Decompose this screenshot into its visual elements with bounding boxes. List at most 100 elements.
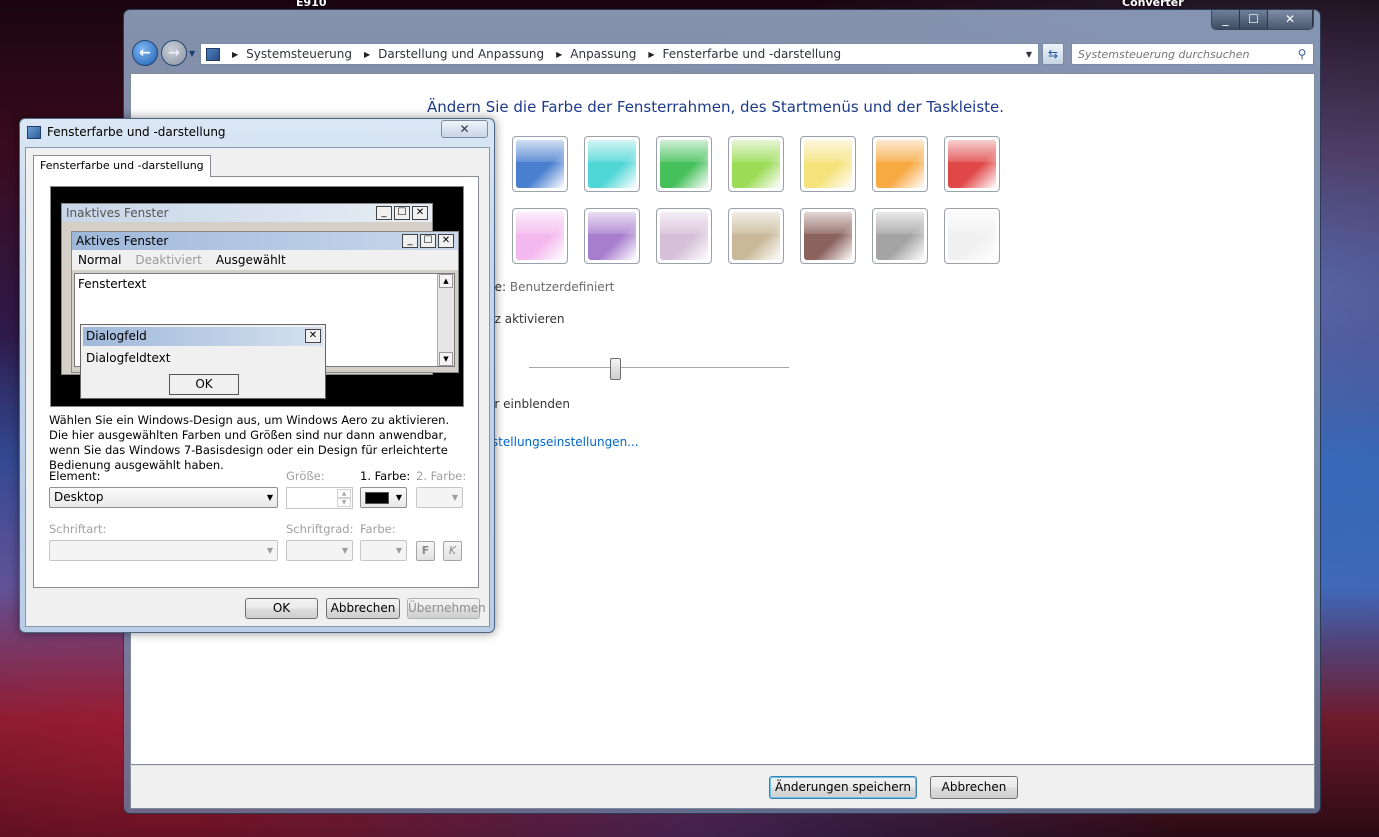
desktop-icon-label[interactable]: Converter <box>1122 0 1184 9</box>
advanced-appearance-link[interactable]: rstellungseinstellungen... <box>487 435 639 449</box>
cancel-button[interactable]: Abbrechen <box>930 776 1018 799</box>
address-bar[interactable]: ▶ Systemsteuerung ▶ Darstellung und Anpa… <box>200 43 1039 65</box>
element-select[interactable]: Desktop ▼ <box>49 487 278 508</box>
fontcolor-picker[interactable]: ▼ <box>360 540 407 561</box>
preview-inactive-title-text: Inaktives Fenster <box>66 206 169 220</box>
intensity-slider-track[interactable] <box>529 367 789 371</box>
color-swatch[interactable] <box>944 136 1000 192</box>
breadcrumb-darstellung[interactable]: Darstellung und Anpassung <box>378 47 548 61</box>
maximize-button[interactable]: ☐ <box>1240 10 1268 29</box>
search-input[interactable] <box>1078 47 1288 61</box>
scroll-down-icon: ▼ <box>439 352 453 366</box>
preview-menu-normal[interactable]: Normal <box>78 250 121 270</box>
preview-active-buttons: _ ☐ ✕ <box>402 234 454 248</box>
dialog-close-button[interactable]: ✕ <box>441 120 488 138</box>
refresh-button[interactable]: ⇆ <box>1042 43 1064 65</box>
tab-panel: Inaktives Fenster _ ☐ ✕ Aktives Fenster … <box>33 176 479 588</box>
breadcrumb-fensterfarbe[interactable]: Fensterfarbe und -darstellung <box>663 47 846 61</box>
minimize-button[interactable]: _ <box>1212 10 1240 29</box>
color-swatch[interactable] <box>656 208 712 264</box>
chevron-down-icon: ▼ <box>395 493 402 502</box>
color-swatch[interactable] <box>800 136 856 192</box>
dialog-cancel-button[interactable]: Abbrechen <box>326 598 400 619</box>
intensity-slider-thumb[interactable] <box>610 358 621 380</box>
font-select[interactable]: ▼ <box>49 540 278 561</box>
italic-toggle[interactable]: K <box>443 541 462 561</box>
appearance-preview[interactable]: Inaktives Fenster _ ☐ ✕ Aktives Fenster … <box>50 186 464 407</box>
breadcrumb-separator-icon[interactable]: ▶ <box>548 50 570 59</box>
fontsize-select[interactable]: ▼ <box>286 540 353 561</box>
spin-up-icon[interactable]: ▲ <box>337 489 351 498</box>
refresh-icon: ⇆ <box>1047 47 1059 61</box>
color-swatch[interactable] <box>584 136 640 192</box>
footer-bar: Änderungen speichern Abbrechen <box>130 765 1315 809</box>
close-icon: ✕ <box>412 206 428 220</box>
dialog-ok-button[interactable]: OK <box>245 598 318 619</box>
breadcrumb-separator-icon[interactable]: ▶ <box>224 50 246 59</box>
control-panel-icon <box>206 47 220 61</box>
page-title: Ändern Sie die Farbe der Fensterrahmen, … <box>427 98 1005 116</box>
recent-pages-dropdown[interactable]: ▼ <box>189 49 197 58</box>
color-swatch[interactable] <box>584 208 640 264</box>
chevron-down-icon: ▼ <box>341 546 348 555</box>
minimize-icon: _ <box>402 234 418 248</box>
preview-scrollbar[interactable]: ▲ ▼ <box>437 274 454 366</box>
preview-dialog-text: Dialogfeldtext <box>86 351 171 365</box>
breadcrumb-systemsteuerung[interactable]: Systemsteuerung <box>246 47 356 61</box>
preview-inactive-buttons: _ ☐ ✕ <box>376 206 428 220</box>
dialog-apply-button[interactable]: Übernehmen <box>407 598 486 619</box>
arrow-right-icon: → <box>168 45 180 61</box>
close-icon: ✕ <box>438 234 454 248</box>
color1-label: 1. Farbe: <box>360 469 411 483</box>
spin-down-icon[interactable]: ▼ <box>337 498 351 507</box>
address-dropdown-icon[interactable]: ▼ <box>1020 50 1038 59</box>
preview-window-text: Fenstertext <box>78 277 147 291</box>
search-box[interactable]: ⚲ <box>1071 43 1314 65</box>
breadcrumb-separator-icon[interactable]: ▶ <box>640 50 662 59</box>
bold-toggle[interactable]: F <box>416 541 435 561</box>
desktop-icon-label[interactable]: E910 <box>296 0 326 9</box>
color2-picker[interactable]: ▼ <box>416 487 463 508</box>
forward-button[interactable]: → <box>161 40 187 66</box>
chevron-down-icon: ▼ <box>395 546 402 555</box>
search-icon[interactable]: ⚲ <box>1291 47 1313 61</box>
color-swatch[interactable] <box>656 136 712 192</box>
preview-dialog-box[interactable]: Dialogfeld ✕ Dialogfeldtext OK <box>80 324 326 399</box>
chevron-down-icon: ▼ <box>451 493 458 502</box>
color-name-label: be: Benutzerdefiniert <box>487 280 614 294</box>
dialog-app-icon <box>27 126 41 139</box>
preview-menu-selected[interactable]: Ausgewählt <box>216 250 286 270</box>
preview-ok-button[interactable]: OK <box>169 374 239 395</box>
color-swatch[interactable] <box>728 136 784 192</box>
transparency-checkbox-label[interactable]: nz aktivieren <box>487 312 565 326</box>
dialog-description: Wählen Sie ein Windows-Design aus, um Wi… <box>49 413 450 472</box>
color-mixer-toggle[interactable]: er einblenden <box>487 397 570 411</box>
size-label: Größe: <box>286 469 325 483</box>
close-button[interactable]: ✕ <box>1268 10 1313 29</box>
breadcrumb-anpassung[interactable]: Anpassung <box>570 47 640 61</box>
color1-picker[interactable]: ▼ <box>360 487 407 508</box>
back-button[interactable]: ← <box>132 40 158 66</box>
color-swatch[interactable] <box>872 208 928 264</box>
color-swatch[interactable] <box>512 208 568 264</box>
tab-fensterfarbe[interactable]: Fensterfarbe und -darstellung <box>33 155 211 177</box>
color-swatch[interactable] <box>944 208 1000 264</box>
color-swatch[interactable] <box>872 136 928 192</box>
preview-inactive-title: Inaktives Fenster _ ☐ ✕ <box>62 204 432 222</box>
size-spinner[interactable]: ▲ ▼ <box>286 487 353 509</box>
arrow-left-icon: ← <box>139 45 151 61</box>
chevron-down-icon: ▼ <box>266 493 273 502</box>
breadcrumb-separator-icon[interactable]: ▶ <box>356 50 378 59</box>
color-swatch[interactable] <box>728 208 784 264</box>
color1-swatch <box>365 492 389 504</box>
close-icon: ✕ <box>459 122 470 136</box>
save-changes-button[interactable]: Änderungen speichern <box>769 776 917 799</box>
preview-menu-disabled[interactable]: Deaktiviert <box>135 250 201 270</box>
window-controls: _ ☐ ✕ <box>1211 10 1314 30</box>
maximize-icon: ☐ <box>420 234 436 248</box>
maximize-icon: ☐ <box>394 206 410 220</box>
minimize-icon: _ <box>376 206 392 220</box>
color-swatch[interactable] <box>800 208 856 264</box>
font-label: Schriftart: <box>49 522 107 536</box>
color-swatch[interactable] <box>512 136 568 192</box>
